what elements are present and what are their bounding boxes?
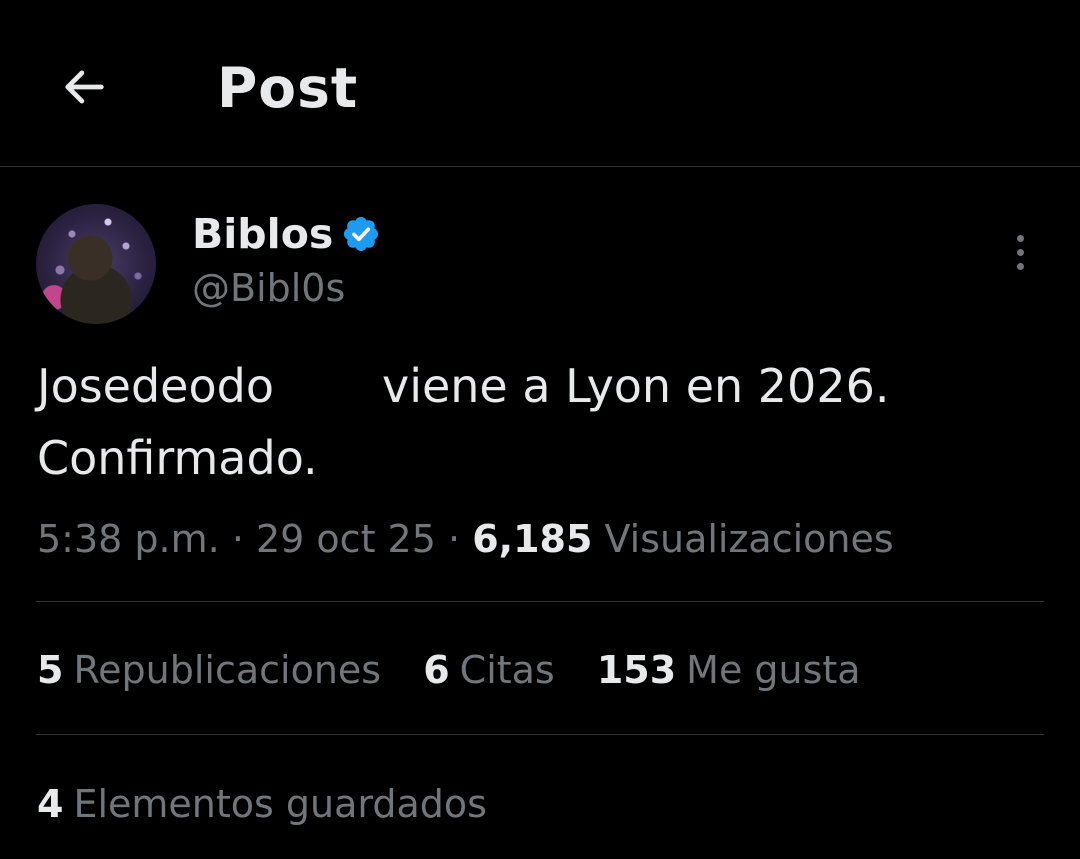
more-options-button[interactable] bbox=[990, 222, 1050, 282]
arrow-left-icon bbox=[65, 70, 104, 104]
views-count: 6,185 bbox=[472, 517, 593, 561]
bookmarks-count: 4 bbox=[37, 782, 64, 826]
reposts-label: Republicaciones bbox=[73, 648, 382, 692]
more-dots-icon bbox=[1016, 234, 1024, 242]
more-dot bbox=[1016, 262, 1024, 270]
more-dot bbox=[1016, 248, 1024, 256]
divider bbox=[36, 734, 1044, 735]
post-text-part1: Josedeodo bbox=[37, 359, 274, 413]
divider bbox=[36, 601, 1044, 602]
quotes-count: 6 bbox=[423, 648, 450, 692]
top-bar: Post bbox=[0, 0, 1080, 167]
likes-count: 153 bbox=[596, 648, 677, 692]
back-button[interactable] bbox=[52, 55, 116, 119]
post-text: Josedeodo viene a Lyon en 2026. Confirmad… bbox=[37, 350, 1047, 494]
post-time[interactable]: 5:38 p.m. bbox=[37, 517, 220, 561]
verified-badge-icon bbox=[343, 216, 379, 252]
author-handle[interactable]: @Bibl0s bbox=[192, 263, 345, 313]
author-avatar[interactable] bbox=[36, 204, 156, 324]
page-title: Post bbox=[217, 56, 359, 120]
reposts-stat[interactable]: 5 Republicaciones bbox=[37, 645, 381, 695]
likes-label: Me gusta bbox=[686, 648, 861, 692]
quotes-stat[interactable]: 6 Citas bbox=[423, 645, 555, 695]
bookmarks-label: Elementos guardados bbox=[73, 782, 487, 826]
likes-stat[interactable]: 153 Me gusta bbox=[597, 645, 861, 695]
views-label: Visualizaciones bbox=[604, 517, 894, 561]
meta-separator: · bbox=[448, 517, 461, 561]
bookmarks-stat[interactable]: 4 Elementos guardados bbox=[37, 779, 487, 829]
post-meta: 5:38 p.m. · 29 oct 25 · 6,185 Visualizac… bbox=[37, 514, 894, 564]
author-name[interactable]: Biblos bbox=[192, 208, 333, 260]
meta-separator: · bbox=[231, 517, 244, 561]
post-date[interactable]: 29 oct 25 bbox=[256, 517, 436, 561]
quotes-label: Citas bbox=[459, 648, 555, 692]
engagement-stats: 5 Republicaciones 6 Citas 153 Me gusta bbox=[37, 645, 891, 695]
reposts-count: 5 bbox=[37, 648, 64, 692]
post-text-part2: viene a Lyon en 2026. bbox=[381, 359, 890, 413]
post-text-part3: Confirmado. bbox=[37, 431, 318, 485]
